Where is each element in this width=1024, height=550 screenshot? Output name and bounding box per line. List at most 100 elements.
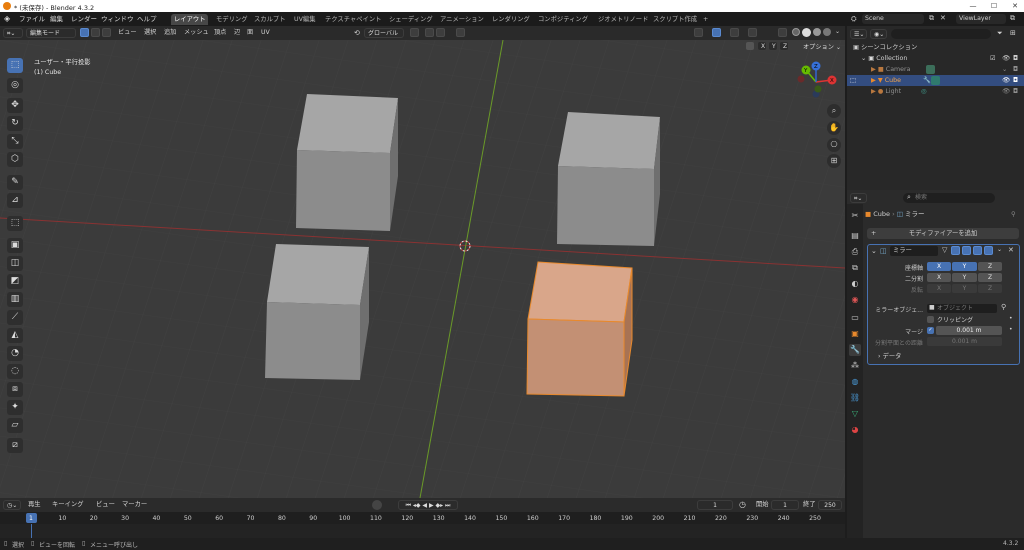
knife-icon[interactable]: ⟋ bbox=[7, 310, 23, 325]
flip-z-toggle[interactable]: Z bbox=[978, 284, 1002, 293]
cube-top-left[interactable] bbox=[296, 94, 398, 231]
snap-icon[interactable] bbox=[425, 28, 434, 37]
eyedropper-icon[interactable]: ⚲ bbox=[1001, 303, 1006, 311]
mirror-z-button[interactable]: Z bbox=[779, 41, 789, 51]
render-tab-icon[interactable]: ▤ bbox=[849, 230, 861, 242]
select-box-icon[interactable]: ⬚ bbox=[7, 58, 23, 73]
merge-distance-field[interactable]: 0.001 m bbox=[936, 326, 1002, 335]
display-mode-icon[interactable]: ◉⌄ bbox=[870, 29, 887, 39]
bevel-icon[interactable]: ◩ bbox=[7, 274, 23, 289]
annotate-icon[interactable]: ✎ bbox=[7, 175, 23, 190]
transform-icon[interactable]: ⬡ bbox=[7, 152, 23, 167]
menu-uv[interactable]: UV bbox=[261, 28, 270, 38]
smooth-icon[interactable]: ◌ bbox=[7, 364, 23, 379]
bisect-y-toggle[interactable]: Y bbox=[952, 273, 977, 282]
tab-sculpt[interactable]: スカルプト bbox=[251, 14, 288, 25]
xray-toggle-icon[interactable] bbox=[778, 28, 787, 37]
menu-window[interactable]: ウィンドウ bbox=[101, 14, 134, 24]
scene-options-icon[interactable]: ⧉ bbox=[929, 14, 934, 23]
close-scene-icon[interactable]: ✕ bbox=[940, 14, 946, 22]
visibility-icon[interactable] bbox=[694, 28, 703, 37]
menu-keying[interactable]: キーイング bbox=[52, 500, 83, 510]
properties-editor-icon[interactable]: ⌗⌄ bbox=[850, 193, 867, 203]
edge-slide-icon[interactable]: ⧈ bbox=[7, 382, 23, 397]
solid-shading-icon[interactable] bbox=[802, 28, 811, 37]
menu-add[interactable]: 追加 bbox=[164, 28, 176, 38]
vertex-select-icon[interactable] bbox=[80, 28, 89, 37]
timeline-editor-icon[interactable]: ◷⌄ bbox=[3, 500, 21, 510]
tab-modeling[interactable]: モデリング bbox=[213, 14, 250, 25]
filter-icon[interactable]: ⏷ bbox=[997, 29, 1003, 38]
navigation-gizmo[interactable]: X Z Y bbox=[794, 60, 838, 104]
inset-icon[interactable]: ◫ bbox=[7, 256, 23, 271]
record-icon[interactable] bbox=[372, 500, 382, 510]
tab-texture-paint[interactable]: テクスチャペイント bbox=[322, 14, 384, 25]
camera-visibility-icon[interactable]: ⌄ bbox=[1002, 64, 1007, 75]
menu-edge[interactable]: 辺 bbox=[234, 28, 240, 38]
bisect-z-toggle[interactable]: Z bbox=[978, 273, 1002, 282]
tab-uv-edit[interactable]: UV編集 bbox=[291, 14, 319, 25]
flip-y-toggle[interactable]: Y bbox=[952, 284, 977, 293]
3d-viewport[interactable]: ユーザー・平行投影 (1) Cube X Y Z オプション ⌄ X Z Y ⌕… bbox=[0, 40, 845, 498]
tab-scripting[interactable]: スクリプト作成 bbox=[650, 14, 700, 25]
outliner-collection[interactable]: ⌄ ▣ Collection ☑ 👁 ◘ bbox=[847, 53, 1024, 64]
camera-render-icon[interactable]: ◘ bbox=[1013, 64, 1018, 75]
properties-search-input[interactable]: 検索 bbox=[903, 193, 995, 203]
menu-marker[interactable]: マーカー bbox=[122, 500, 147, 510]
collection-check-icon[interactable]: ☑ bbox=[990, 53, 996, 64]
add-modifier-button[interactable]: + モディファイアーを追加 bbox=[867, 228, 1019, 239]
mirror-toggle-icon[interactable] bbox=[746, 42, 754, 50]
physics-tab-icon[interactable]: ◍ bbox=[849, 376, 861, 388]
cube-bottom-left[interactable] bbox=[265, 244, 369, 380]
loopcut-icon[interactable]: ▥ bbox=[7, 292, 23, 307]
tool-tab-icon[interactable]: ✂ bbox=[849, 210, 861, 222]
editor-type-button[interactable]: ⌗⌄ bbox=[3, 28, 23, 38]
material-shading-icon[interactable] bbox=[813, 28, 821, 36]
close-button[interactable]: ✕ bbox=[1008, 1, 1022, 11]
new-collection-icon[interactable]: ⊞ bbox=[1010, 29, 1016, 37]
tab-rendering[interactable]: レンダリング bbox=[489, 14, 533, 25]
tab-layout[interactable]: レイアウト bbox=[171, 14, 209, 25]
measure-icon[interactable]: ⊿ bbox=[7, 193, 23, 208]
outliner-scene-collection[interactable]: ▣ シーンコレクション bbox=[847, 42, 1024, 53]
material-tab-icon[interactable]: ◕ bbox=[849, 424, 861, 436]
edit-mode-icon[interactable]: ⬚ bbox=[850, 75, 856, 86]
menu-mesh[interactable]: メッシュ bbox=[184, 28, 209, 38]
blender-menu-icon[interactable]: ◈ bbox=[4, 14, 10, 23]
orientation-selector[interactable]: グローバル bbox=[364, 28, 404, 38]
data-subpanel-toggle[interactable]: › データ bbox=[878, 351, 901, 360]
menu-render[interactable]: レンダー bbox=[71, 14, 97, 24]
collection-render-icon[interactable]: ◘ bbox=[1013, 53, 1018, 64]
object-tab-icon[interactable]: ▣ bbox=[849, 328, 861, 340]
bisect-x-toggle[interactable]: X bbox=[927, 273, 951, 282]
menu-timeline-view[interactable]: ビュー bbox=[96, 500, 115, 510]
menu-view[interactable]: ビュー bbox=[118, 28, 137, 38]
mirror-y-button[interactable]: Y bbox=[768, 41, 778, 51]
particles-tab-icon[interactable]: ⁂ bbox=[849, 360, 861, 372]
menu-help[interactable]: ヘルプ bbox=[137, 14, 157, 24]
menu-vertex[interactable]: 頂点 bbox=[214, 28, 226, 38]
rendered-shading-icon[interactable] bbox=[823, 28, 831, 36]
tab-geometry-nodes[interactable]: ジオメトリノード bbox=[595, 14, 651, 25]
menu-file[interactable]: ファイル bbox=[19, 14, 45, 24]
scale-icon[interactable]: ⤡ bbox=[7, 134, 23, 149]
add-cube-icon[interactable]: ⬚ bbox=[7, 216, 23, 231]
light-render-icon[interactable]: ◘ bbox=[1013, 86, 1018, 97]
constraints-tab-icon[interactable]: ⛓ bbox=[849, 392, 861, 404]
camera-view-icon[interactable]: ⎔ bbox=[827, 138, 841, 152]
tab-compositing[interactable]: コンポジティング bbox=[535, 14, 591, 25]
cube-render-icon[interactable]: ◘ bbox=[1013, 75, 1018, 86]
proportional-edit-icon[interactable] bbox=[456, 28, 465, 37]
zoom-icon[interactable]: ⌕ bbox=[827, 104, 841, 118]
shading-options-icon[interactable]: ⌄ bbox=[835, 28, 840, 35]
axis-x-toggle[interactable]: X bbox=[927, 262, 951, 271]
modifier-menu-icon[interactable]: ⌄ bbox=[997, 246, 1002, 253]
light-visibility-icon[interactable]: 👁 bbox=[1002, 86, 1010, 97]
mirror-object-field[interactable]: オブジェクト bbox=[927, 304, 997, 313]
pin-icon[interactable]: ⚲ bbox=[1011, 207, 1016, 221]
viewlayer-options-icon[interactable]: ⧉ bbox=[1010, 14, 1015, 23]
minimize-button[interactable]: — bbox=[966, 1, 980, 11]
extrude-icon[interactable]: ▣ bbox=[7, 238, 23, 253]
outliner-cube[interactable]: ⬚ ▶ ▼ Cube 🔧 👁 ◘ bbox=[847, 75, 1024, 86]
data-tab-icon[interactable]: ▽ bbox=[849, 408, 861, 420]
